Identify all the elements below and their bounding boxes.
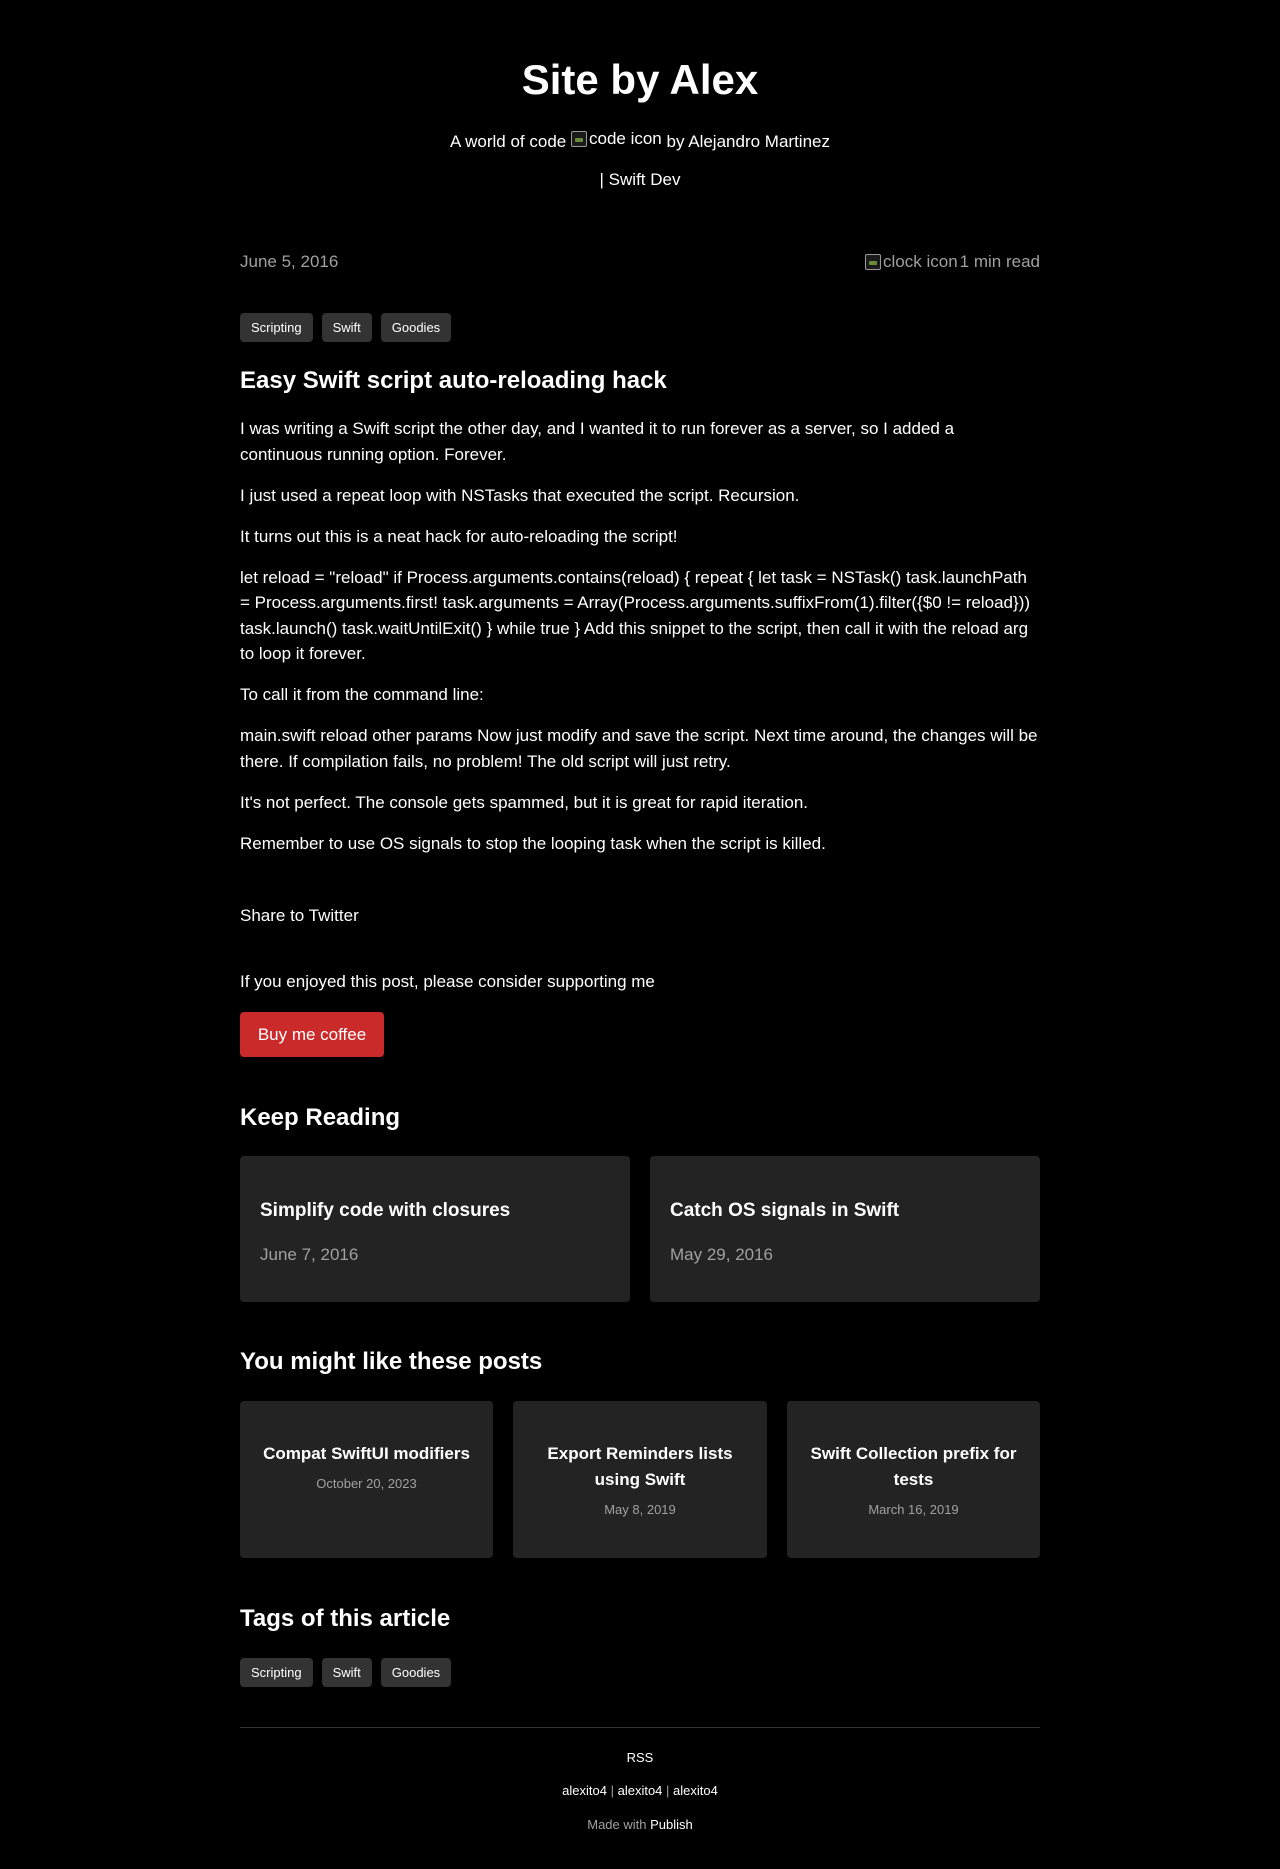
keep-reading-card[interactable]: Catch OS signals in Swift May 29, 2016 xyxy=(650,1156,1040,1302)
post-tags: Scripting Swift Goodies xyxy=(240,313,452,342)
related-post-card[interactable]: Swift Collection prefix for tests March … xyxy=(787,1401,1040,1558)
tag-swift[interactable]: Swift xyxy=(321,313,372,342)
keep-reading-title: Keep Reading xyxy=(240,1104,401,1131)
post-date: June 5, 2016 xyxy=(240,252,339,271)
site-tagline: | Swift Dev xyxy=(0,168,1280,192)
tag-scripting[interactable]: Scripting xyxy=(240,313,313,342)
card-title: Swift Collection prefix for tests xyxy=(810,1444,1017,1489)
card-title: Catch OS signals in Swift xyxy=(670,1200,900,1221)
footer-social: alexito4 | alexito4 | alexito4 xyxy=(0,1782,1280,1800)
separator: | xyxy=(666,1783,670,1798)
page: Site by Alex A world of code code icon b… xyxy=(0,0,1280,1869)
rss-link[interactable]: RSS xyxy=(627,1750,654,1765)
tag-goodies[interactable]: Goodies xyxy=(380,313,452,342)
site-title[interactable]: Site by Alex xyxy=(0,52,1280,108)
social-link[interactable]: alexito4 xyxy=(562,1783,607,1798)
made-with-text: Made with xyxy=(587,1817,647,1832)
card-date: May 8, 2019 xyxy=(604,1502,676,1517)
read-time-label: 1 min read xyxy=(959,252,1040,271)
article-paragraph: To call it from the command line: xyxy=(240,685,484,704)
related-post-card[interactable]: Compat SwiftUI modifiers October 20, 202… xyxy=(240,1401,493,1558)
separator: | xyxy=(610,1783,614,1798)
share-twitter-link[interactable]: Share to Twitter xyxy=(240,904,359,928)
footer-made-with: Made with Publish xyxy=(0,1816,1280,1834)
article-paragraph: I just used a repeat loop with NSTasks t… xyxy=(240,485,800,505)
card-date: March 16, 2019 xyxy=(868,1502,959,1517)
article-paragraph: It's not perfect. The console gets spamm… xyxy=(240,792,808,812)
social-link[interactable]: alexito4 xyxy=(618,1783,663,1798)
broken-image-icon xyxy=(865,254,882,270)
article-paragraph: I was writing a Swift script the other d… xyxy=(240,419,955,464)
card-title: Simplify code with closures xyxy=(260,1200,511,1221)
social-link[interactable]: alexito4 xyxy=(673,1783,718,1798)
card-date: October 20, 2023 xyxy=(316,1476,417,1491)
article-tags: Scripting Swift Goodies xyxy=(240,1658,452,1687)
tagline-link[interactable]: | Swift Dev xyxy=(600,170,681,189)
tag-goodies[interactable]: Goodies xyxy=(380,1658,452,1687)
support-text: If you enjoyed this post, please conside… xyxy=(240,972,655,991)
tag-scripting[interactable]: Scripting xyxy=(240,1658,313,1687)
code-icon-alt: code icon xyxy=(588,129,662,148)
card-title: Export Reminders lists using Swift xyxy=(547,1444,733,1489)
keep-reading-card[interactable]: Simplify code with closures June 7, 2016 xyxy=(240,1156,630,1302)
article: Easy Swift script auto-reloading hack I … xyxy=(240,365,1040,872)
read-time: clock icon 1 min read xyxy=(865,250,1040,274)
card-date: May 29, 2016 xyxy=(670,1245,774,1264)
publish-link[interactable]: Publish xyxy=(650,1817,693,1832)
subtitle-suffix: by Alejandro Martinez xyxy=(666,132,830,151)
broken-image-icon xyxy=(570,131,587,147)
site-subtitle: A world of code code icon by Alejandro M… xyxy=(0,127,1280,154)
article-title: Easy Swift script auto-reloading hack xyxy=(240,367,667,394)
code-icon: code icon xyxy=(570,127,662,151)
article-tags-title: Tags of this article xyxy=(240,1605,451,1632)
related-post-card[interactable]: Export Reminders lists using Swift May 8… xyxy=(513,1401,767,1558)
might-like-title: You might like these posts xyxy=(240,1348,543,1375)
clock-icon-alt: clock icon xyxy=(883,252,958,271)
article-paragraph: It turns out this is a neat hack for aut… xyxy=(240,526,678,546)
buy-coffee-button[interactable]: Buy me coffee xyxy=(240,1012,384,1057)
tag-swift[interactable]: Swift xyxy=(321,1658,372,1687)
subtitle-prefix: A world of code xyxy=(450,132,567,151)
article-paragraph: let reload = "reload" if Process.argumen… xyxy=(240,567,1031,664)
footer-rss: RSS xyxy=(0,1749,1280,1767)
article-paragraph: Remember to use OS signals to stop the l… xyxy=(240,833,826,853)
card-date: June 7, 2016 xyxy=(260,1245,359,1264)
footer-divider xyxy=(240,1727,1040,1728)
article-paragraph: main.swift reload other params Now just … xyxy=(240,726,1038,771)
card-title: Compat SwiftUI modifiers xyxy=(263,1444,470,1463)
